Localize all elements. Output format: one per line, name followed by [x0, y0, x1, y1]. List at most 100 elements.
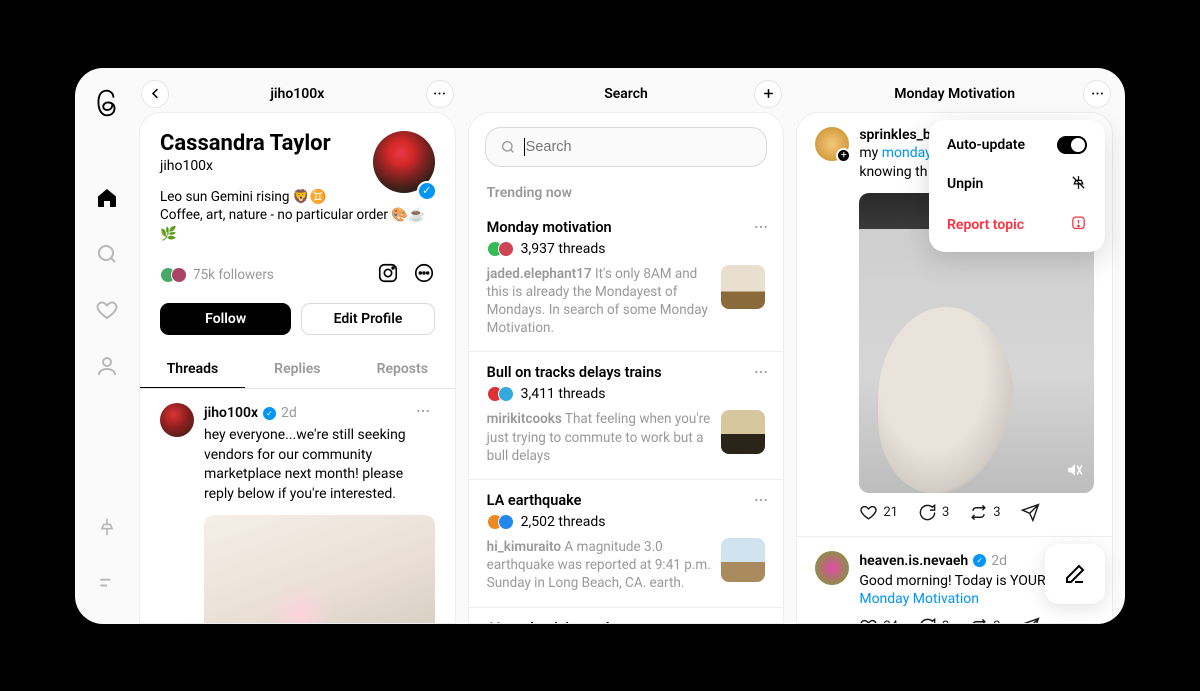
- tab-reposts[interactable]: Reposts: [350, 351, 455, 388]
- trend-item[interactable]: AI productivity tools 1,142 threads okay…: [469, 608, 784, 624]
- column-title: Search: [604, 86, 648, 102]
- like-button[interactable]: 24: [859, 617, 898, 623]
- trend-count: 3,411 threads: [521, 386, 606, 402]
- auto-update-toggle[interactable]: Auto-update: [935, 126, 1099, 164]
- edit-profile-button[interactable]: Edit Profile: [301, 303, 434, 335]
- follow-plus-icon[interactable]: +: [836, 148, 851, 163]
- post-image[interactable]: [204, 515, 435, 624]
- trending-label: Trending now: [469, 167, 784, 207]
- verified-badge-icon: ✓: [417, 181, 437, 201]
- follower-avatars[interactable]: [160, 267, 187, 283]
- search-body: Trending now Monday motivation 3,937 thr…: [468, 112, 785, 624]
- tab-replies[interactable]: Replies: [245, 351, 350, 388]
- trend-snippet: hi_kimuraito A magnitude 3.0 earthquake …: [487, 538, 712, 593]
- post-time: 2d: [991, 553, 1007, 569]
- unpin-icon: [1070, 174, 1087, 195]
- search-icon: [500, 139, 516, 155]
- trend-more-icon[interactable]: [753, 620, 769, 624]
- trend-avatars: [487, 514, 514, 530]
- trend-snippet: jaded.elephant17 It's only 8AM and this …: [487, 265, 712, 338]
- feed-username[interactable]: heaven.is.nevaeh: [859, 553, 968, 569]
- search-box[interactable]: [485, 127, 768, 167]
- feed-column-header: Monday Motivation: [796, 76, 1113, 112]
- profile-column-header: jiho100x: [139, 76, 456, 112]
- tab-threads[interactable]: Threads: [140, 351, 245, 388]
- feed-more-button[interactable]: [1083, 80, 1111, 108]
- trend-thumb: [721, 410, 765, 454]
- profile-column: jiho100x Cassandra Taylor jiho100x Leo s…: [139, 76, 456, 624]
- trend-count: 2,502 threads: [521, 514, 606, 530]
- sidebar-nav: [75, 68, 139, 624]
- comment-button[interactable]: 2: [918, 617, 949, 623]
- app-window: jiho100x Cassandra Taylor jiho100x Leo s…: [75, 68, 1125, 624]
- trend-title: LA earthquake: [487, 492, 766, 509]
- trend-more-icon[interactable]: [753, 364, 769, 384]
- repost-button[interactable]: 3: [969, 503, 1000, 522]
- feed-avatar[interactable]: [815, 551, 849, 585]
- search-input[interactable]: [524, 138, 753, 156]
- comment-button[interactable]: 3: [918, 503, 949, 522]
- post-text: hey everyone...we're still seeking vendo…: [204, 426, 435, 504]
- search-icon[interactable]: [86, 233, 128, 275]
- heart-icon[interactable]: [86, 289, 128, 331]
- verified-icon: ✓: [973, 554, 986, 567]
- back-button[interactable]: [141, 80, 169, 108]
- trend-item[interactable]: Bull on tracks delays trains 3,411 threa…: [469, 352, 784, 480]
- share-button[interactable]: [1021, 617, 1040, 623]
- trends-list: Monday motivation 3,937 threads jaded.el…: [469, 207, 784, 624]
- toggle-on-icon[interactable]: [1057, 136, 1087, 154]
- report-icon: [1070, 215, 1087, 236]
- compose-button[interactable]: [1045, 544, 1105, 604]
- column-menu-dropdown: Auto-update Unpin Report topic: [929, 120, 1105, 252]
- trend-avatars: [487, 241, 514, 257]
- pin-icon[interactable]: [86, 506, 128, 548]
- trend-more-icon[interactable]: [753, 219, 769, 239]
- trend-snippet: mirikitcooks That feeling when you're ju…: [487, 410, 712, 465]
- share-button[interactable]: [1021, 503, 1040, 522]
- topic-tag[interactable]: monday: [882, 145, 932, 161]
- feed-column: Monday Motivation Auto-update Unpin: [796, 76, 1113, 624]
- trend-thumb: [721, 265, 765, 309]
- trend-item[interactable]: Monday motivation 3,937 threads jaded.el…: [469, 207, 784, 353]
- unpin-item[interactable]: Unpin: [935, 164, 1099, 205]
- trend-count: 3,937 threads: [521, 241, 606, 257]
- home-icon[interactable]: [86, 177, 128, 219]
- trend-title: Monday motivation: [487, 219, 766, 236]
- trend-thumb: [721, 538, 765, 582]
- instagram-icon[interactable]: [377, 262, 399, 288]
- report-topic-item[interactable]: Report topic: [935, 205, 1099, 246]
- trend-item[interactable]: LA earthquake 2,502 threads hi_kimuraito…: [469, 480, 784, 608]
- follower-count[interactable]: 75k followers: [193, 267, 274, 283]
- profile-meta: 75k followers: [140, 254, 455, 288]
- like-button[interactable]: 21: [859, 503, 898, 522]
- post-time: 2d: [281, 405, 297, 421]
- column-title: jiho100x: [270, 86, 324, 102]
- more-button[interactable]: [426, 80, 454, 108]
- trend-title: AI productivity tools: [487, 620, 766, 624]
- post-avatar[interactable]: [160, 403, 194, 437]
- search-column: Search Trending now Monday motivation: [468, 76, 785, 624]
- trend-title: Bull on tracks delays trains: [487, 364, 766, 381]
- profile-body: Cassandra Taylor jiho100x Leo sun Gemini…: [139, 112, 456, 624]
- profile-more-icon[interactable]: [413, 262, 435, 288]
- post-username[interactable]: jiho100x: [204, 405, 258, 421]
- trend-avatars: [487, 386, 514, 402]
- post-more-icon[interactable]: [411, 403, 435, 423]
- profile-post: jiho100x ✓ 2d hey everyone...we're still…: [140, 389, 455, 623]
- search-column-header: Search: [468, 76, 785, 112]
- column-title: Monday Motivation: [894, 86, 1015, 102]
- verified-icon: ✓: [263, 407, 276, 420]
- repost-button[interactable]: 3: [969, 617, 1000, 623]
- columns-wrap: jiho100x Cassandra Taylor jiho100x Leo s…: [139, 68, 1125, 624]
- menu-icon[interactable]: [86, 562, 128, 604]
- mute-icon[interactable]: [1066, 461, 1084, 483]
- add-column-button[interactable]: [754, 80, 782, 108]
- profile-icon[interactable]: [86, 345, 128, 387]
- feed-actions: 21 3 3: [815, 493, 1094, 526]
- follow-button[interactable]: Follow: [160, 303, 291, 335]
- threads-logo-icon[interactable]: [94, 88, 120, 122]
- profile-bio: Leo sun Gemini rising 🦁♊ Coffee, art, na…: [160, 188, 435, 245]
- trend-more-icon[interactable]: [753, 492, 769, 512]
- profile-tabs: Threads Replies Reposts: [140, 351, 455, 389]
- feed-avatar[interactable]: +: [815, 127, 849, 161]
